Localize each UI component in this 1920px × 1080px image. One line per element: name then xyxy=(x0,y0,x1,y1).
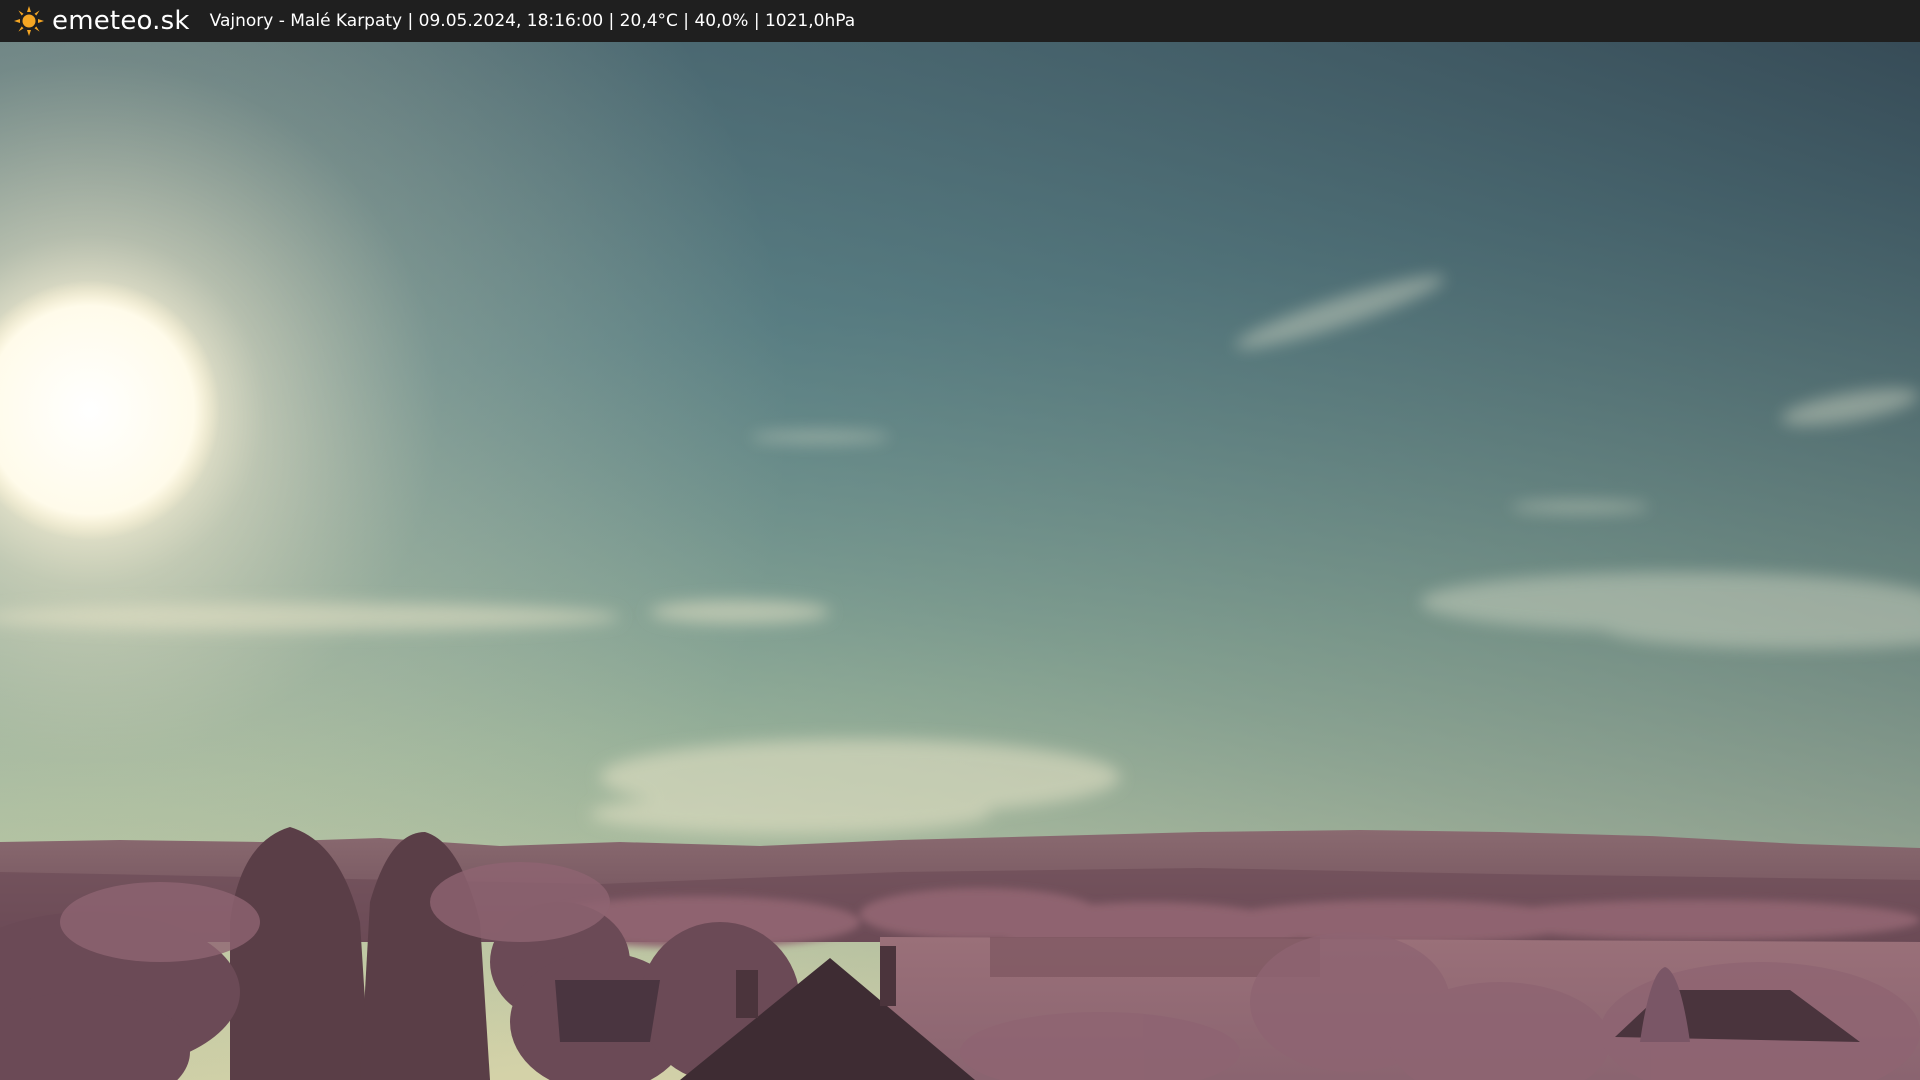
webcam-image xyxy=(0,42,1920,1080)
logo[interactable]: emeteo.sk xyxy=(14,6,190,36)
station-caption: Vajnory - Malé Karpaty | 09.05.2024, 18:… xyxy=(209,11,856,31)
sun-icon xyxy=(14,6,44,36)
top-bar: emeteo.sk Vajnory - Malé Karpaty | 09.05… xyxy=(0,0,1920,42)
brand-name: emeteo.sk xyxy=(52,6,190,36)
